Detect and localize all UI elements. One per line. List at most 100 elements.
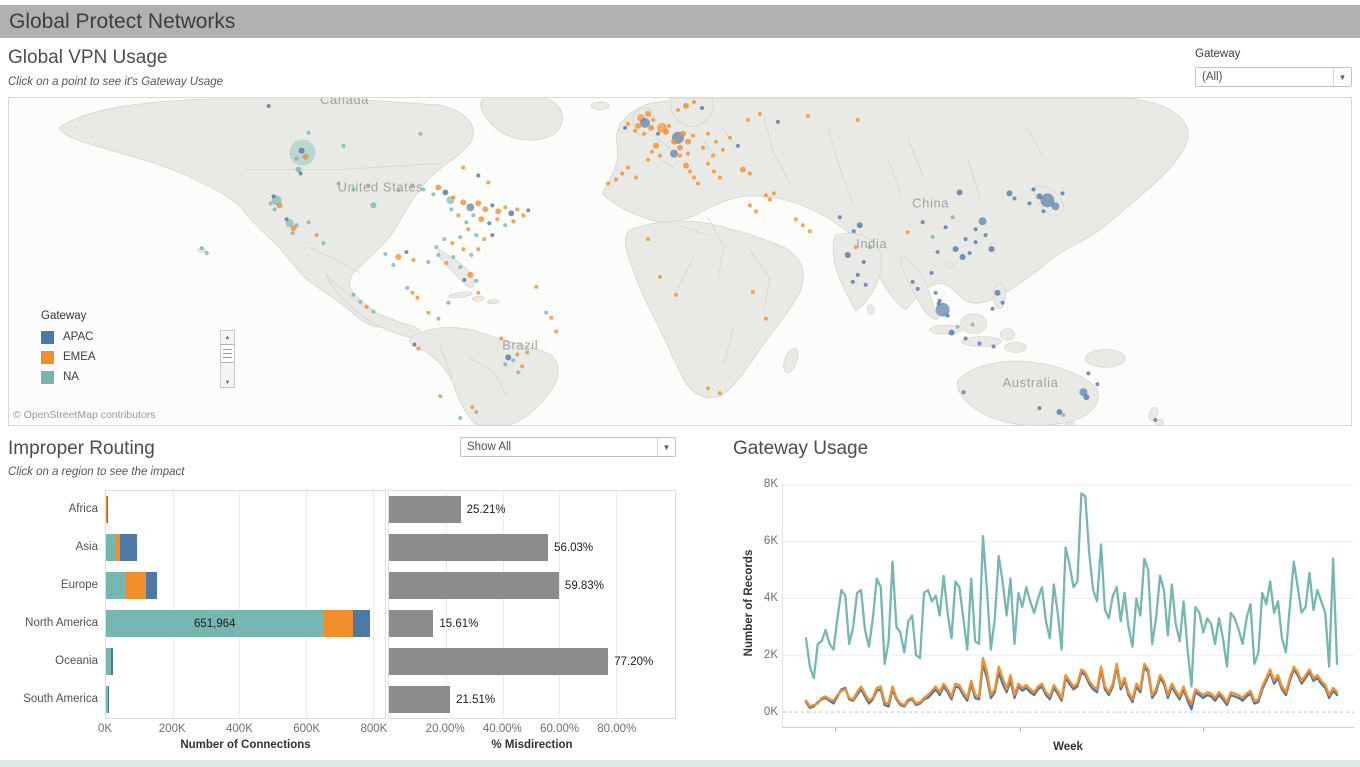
- vpn-point-apac[interactable]: [508, 210, 514, 216]
- vpn-point-emea[interactable]: [503, 205, 507, 209]
- vpn-point-apac[interactable]: [957, 189, 963, 195]
- vpn-point-emea[interactable]: [701, 146, 705, 150]
- vpn-point-emea[interactable]: [470, 405, 474, 409]
- vpn-point-emea[interactable]: [444, 261, 448, 265]
- vpn-point-na[interactable]: [418, 132, 422, 136]
- vpn-point-emea[interactable]: [658, 275, 662, 279]
- vpn-point-na[interactable]: [291, 231, 295, 235]
- vpn-point-apac[interactable]: [299, 172, 303, 176]
- vpn-point-apac[interactable]: [978, 342, 982, 346]
- vpn-point-na[interactable]: [544, 311, 548, 315]
- vpn-point-emea[interactable]: [728, 136, 732, 140]
- vpn-point-na[interactable]: [471, 213, 475, 217]
- vpn-point-na[interactable]: [511, 358, 515, 362]
- vpn-point-emea[interactable]: [674, 293, 678, 297]
- vpn-point-na[interactable]: [458, 265, 462, 269]
- vpn-point-emea[interactable]: [438, 394, 442, 398]
- vpn-point-emea[interactable]: [808, 229, 812, 233]
- vpn-point-emea[interactable]: [478, 216, 484, 222]
- vpn-point-apac[interactable]: [960, 254, 966, 260]
- vpn-point-na[interactable]: [503, 362, 507, 366]
- vpn-point-apac[interactable]: [462, 278, 466, 282]
- vpn-point-emea[interactable]: [794, 217, 798, 221]
- gateway-filter-dropdown[interactable]: (All) ▼: [1195, 67, 1352, 87]
- vpn-point-apac[interactable]: [1060, 191, 1064, 195]
- vpn-point-na[interactable]: [474, 279, 478, 283]
- vpn-point-apac[interactable]: [1051, 202, 1059, 210]
- vpn-point-na[interactable]: [383, 252, 387, 256]
- vpn-point-na[interactable]: [516, 370, 520, 374]
- vpn-point-emea[interactable]: [754, 209, 758, 213]
- vpn-point-emea[interactable]: [614, 178, 618, 182]
- vpn-point-apac[interactable]: [921, 220, 925, 224]
- vpn-point-emea[interactable]: [303, 154, 309, 160]
- vpn-point-na[interactable]: [307, 220, 311, 224]
- vpn-point-na[interactable]: [426, 260, 430, 264]
- vpn-point-na[interactable]: [442, 237, 446, 241]
- chevron-down-icon[interactable]: ▼: [1333, 68, 1351, 86]
- connections-chart[interactable]: 651,964: [105, 490, 386, 719]
- vpn-point-apac[interactable]: [962, 390, 966, 394]
- vpn-point-apac[interactable]: [857, 222, 863, 228]
- vpn-point-emea[interactable]: [683, 163, 689, 169]
- vpn-point-apac[interactable]: [505, 354, 511, 360]
- vpn-point-emea[interactable]: [671, 139, 677, 145]
- vpn-point-emea[interactable]: [495, 217, 499, 221]
- vpn-point-emea[interactable]: [482, 237, 486, 241]
- region-label-north-america[interactable]: North America: [0, 604, 98, 642]
- vpn-point-emea[interactable]: [520, 364, 524, 368]
- vpn-point-na[interactable]: [205, 251, 209, 255]
- vpn-point-emea[interactable]: [476, 247, 480, 251]
- vpn-point-emea[interactable]: [748, 172, 752, 176]
- vpn-point-emea[interactable]: [677, 145, 683, 151]
- vpn-point-na[interactable]: [449, 207, 453, 211]
- region-label-south-america[interactable]: South America: [0, 680, 98, 718]
- vpn-point-apac[interactable]: [487, 221, 491, 225]
- vpn-point-apac[interactable]: [299, 148, 305, 154]
- vpn-point-emea[interactable]: [534, 285, 538, 289]
- vpn-point-emea[interactable]: [680, 131, 686, 137]
- vpn-point-apac[interactable]: [412, 343, 416, 347]
- vpn-point-na[interactable]: [469, 253, 473, 257]
- vpn-point-apac[interactable]: [267, 104, 271, 108]
- vpn-point-emea[interactable]: [764, 317, 768, 321]
- vpn-point-emea[interactable]: [549, 316, 553, 320]
- vpn-point-emea[interactable]: [718, 391, 722, 395]
- vpn-point-emea[interactable]: [646, 237, 650, 241]
- vpn-point-apac[interactable]: [974, 240, 978, 244]
- vpn-point-emea[interactable]: [554, 330, 558, 334]
- vpn-point-apac[interactable]: [937, 302, 941, 306]
- vpn-point-na[interactable]: [474, 410, 478, 414]
- region-label-asia[interactable]: Asia: [0, 528, 98, 566]
- vpn-point-apac[interactable]: [1007, 190, 1013, 196]
- vpn-point-na[interactable]: [951, 215, 955, 219]
- vpn-point-apac[interactable]: [916, 287, 920, 291]
- vpn-point-apac[interactable]: [1027, 201, 1031, 205]
- vpn-point-emea[interactable]: [476, 291, 480, 295]
- vpn-point-emea[interactable]: [692, 176, 696, 180]
- vpn-point-apac[interactable]: [1095, 382, 1099, 386]
- vpn-point-emea[interactable]: [460, 199, 466, 205]
- vpn-point-apac[interactable]: [953, 246, 959, 252]
- vpn-point-apac[interactable]: [991, 307, 995, 311]
- vpn-point-apac[interactable]: [934, 291, 938, 295]
- vpn-point-emea[interactable]: [451, 195, 455, 199]
- vpn-map[interactable]: CanadaUnited StatesBrazilChinaIndiaAustr…: [8, 97, 1352, 426]
- vpn-point-na[interactable]: [269, 201, 273, 205]
- vpn-point-emea[interactable]: [653, 143, 659, 149]
- vpn-point-na[interactable]: [295, 223, 299, 227]
- vpn-point-na[interactable]: [434, 245, 438, 249]
- region-label-oceania[interactable]: Oceania: [0, 642, 98, 680]
- vpn-point-emea[interactable]: [395, 254, 401, 260]
- bar-oceania-apac[interactable]: [111, 648, 113, 675]
- vpn-point-emea[interactable]: [711, 154, 715, 158]
- vpn-point-apac[interactable]: [1153, 418, 1157, 422]
- vpn-point-emea[interactable]: [626, 122, 630, 126]
- vpn-point-apac[interactable]: [968, 251, 972, 255]
- vpn-point-apac[interactable]: [936, 250, 940, 254]
- vpn-point-na[interactable]: [405, 286, 409, 290]
- vpn-point-apac[interactable]: [1036, 193, 1042, 199]
- vpn-point-emea[interactable]: [633, 129, 637, 133]
- vpn-point-apac[interactable]: [838, 215, 842, 219]
- vpn-point-emea[interactable]: [856, 118, 860, 122]
